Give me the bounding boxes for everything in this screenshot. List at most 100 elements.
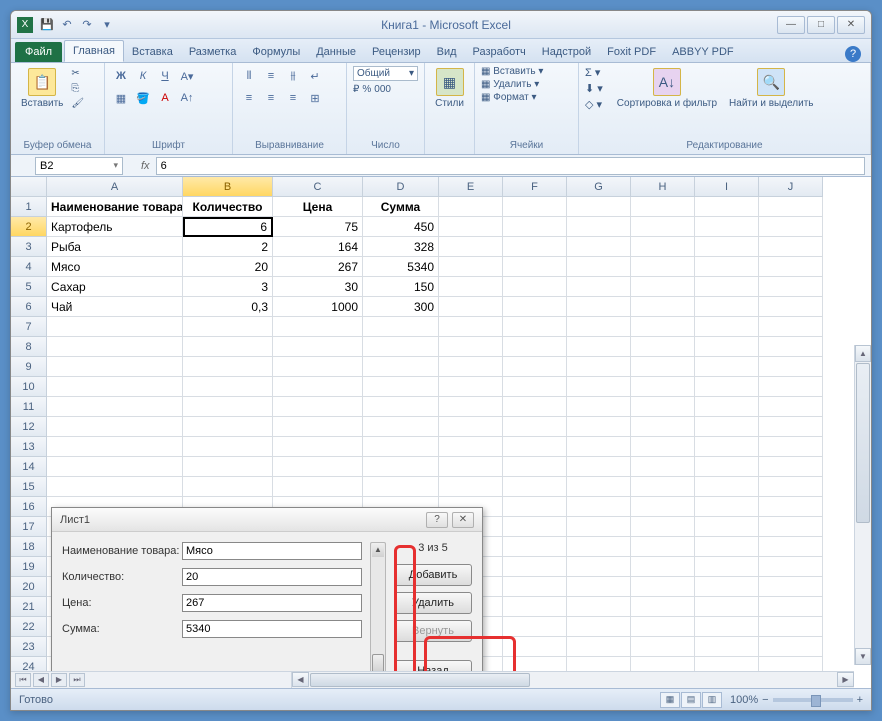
cell-G18[interactable] (567, 537, 631, 557)
cell-H18[interactable] (631, 537, 695, 557)
cell-B10[interactable] (183, 377, 273, 397)
cell-E11[interactable] (439, 397, 503, 417)
cell-I3[interactable] (695, 237, 759, 257)
cell-B9[interactable] (183, 357, 273, 377)
tab-addins[interactable]: Надстрой (534, 42, 599, 62)
help-icon[interactable]: ? (845, 46, 861, 62)
cell-A3[interactable]: Рыба (47, 237, 183, 257)
cell-E13[interactable] (439, 437, 503, 457)
cell-G3[interactable] (567, 237, 631, 257)
align-right-icon[interactable]: ≡ (283, 88, 303, 108)
cell-I2[interactable] (695, 217, 759, 237)
tab-formulas[interactable]: Формулы (244, 42, 308, 62)
cell-F1[interactable] (503, 197, 567, 217)
currency-icon[interactable]: ₽ (353, 84, 359, 95)
cell-B14[interactable] (183, 457, 273, 477)
cell-J21[interactable] (759, 597, 823, 617)
scroll-up-icon[interactable]: ▲ (372, 543, 384, 557)
cell-H19[interactable] (631, 557, 695, 577)
cell-E15[interactable] (439, 477, 503, 497)
cell-G7[interactable] (567, 317, 631, 337)
align-top-icon[interactable]: ⫴ (239, 66, 259, 86)
styles-button[interactable]: ▦ Стили (431, 66, 468, 111)
row-header-23[interactable]: 23 (11, 637, 47, 657)
cell-G5[interactable] (567, 277, 631, 297)
cell-D9[interactable] (363, 357, 439, 377)
cell-C8[interactable] (273, 337, 363, 357)
cell-G16[interactable] (567, 497, 631, 517)
cell-J5[interactable] (759, 277, 823, 297)
cell-J10[interactable] (759, 377, 823, 397)
tab-prev-icon[interactable]: ◀ (33, 673, 49, 687)
cell-C2[interactable]: 75 (273, 217, 363, 237)
clear-icon[interactable]: ◇ ▾ (585, 98, 603, 111)
cell-F23[interactable] (503, 637, 567, 657)
add-button[interactable]: Добавить (394, 564, 472, 586)
cell-F13[interactable] (503, 437, 567, 457)
cell-F2[interactable] (503, 217, 567, 237)
cell-F18[interactable] (503, 537, 567, 557)
row-header-18[interactable]: 18 (11, 537, 47, 557)
field-name-input[interactable] (182, 542, 362, 560)
cell-I21[interactable] (695, 597, 759, 617)
cell-G2[interactable] (567, 217, 631, 237)
cell-J18[interactable] (759, 537, 823, 557)
cell-I9[interactable] (695, 357, 759, 377)
cell-H1[interactable] (631, 197, 695, 217)
cell-C3[interactable]: 164 (273, 237, 363, 257)
dialog-close-button[interactable]: ✕ (452, 512, 474, 528)
cell-D12[interactable] (363, 417, 439, 437)
cell-E8[interactable] (439, 337, 503, 357)
cell-A7[interactable] (47, 317, 183, 337)
cell-C11[interactable] (273, 397, 363, 417)
format-painter-icon[interactable]: 🖌 (71, 98, 84, 109)
cell-J11[interactable] (759, 397, 823, 417)
cell-F10[interactable] (503, 377, 567, 397)
row-header-8[interactable]: 8 (11, 337, 47, 357)
dialog-help-button[interactable]: ? (426, 512, 448, 528)
col-header-G[interactable]: G (567, 177, 631, 197)
cell-C10[interactable] (273, 377, 363, 397)
cell-H8[interactable] (631, 337, 695, 357)
cell-J13[interactable] (759, 437, 823, 457)
zoom-slider[interactable] (773, 698, 853, 702)
cell-J19[interactable] (759, 557, 823, 577)
cell-F8[interactable] (503, 337, 567, 357)
cell-A14[interactable] (47, 457, 183, 477)
cell-I12[interactable] (695, 417, 759, 437)
align-left-icon[interactable]: ≡ (239, 88, 259, 108)
cell-H15[interactable] (631, 477, 695, 497)
cell-B7[interactable] (183, 317, 273, 337)
cell-I19[interactable] (695, 557, 759, 577)
cell-H21[interactable] (631, 597, 695, 617)
cell-A8[interactable] (47, 337, 183, 357)
cell-A10[interactable] (47, 377, 183, 397)
underline-icon[interactable]: Ч (155, 66, 175, 86)
tab-insert[interactable]: Вставка (124, 42, 181, 62)
font-color-icon[interactable]: A (155, 88, 175, 108)
col-header-D[interactable]: D (363, 177, 439, 197)
cell-B8[interactable] (183, 337, 273, 357)
cell-I17[interactable] (695, 517, 759, 537)
cell-G6[interactable] (567, 297, 631, 317)
cell-A4[interactable]: Мясо (47, 257, 183, 277)
tab-layout[interactable]: Разметка (181, 42, 245, 62)
cell-C4[interactable]: 267 (273, 257, 363, 277)
minimize-button[interactable]: — (777, 16, 805, 34)
cell-G9[interactable] (567, 357, 631, 377)
cell-G8[interactable] (567, 337, 631, 357)
cell-J14[interactable] (759, 457, 823, 477)
page-break-view-icon[interactable]: ▥ (702, 692, 722, 708)
cell-J12[interactable] (759, 417, 823, 437)
cell-I23[interactable] (695, 637, 759, 657)
cell-D1[interactable]: Сумма (363, 197, 439, 217)
cell-H17[interactable] (631, 517, 695, 537)
cell-B15[interactable] (183, 477, 273, 497)
cell-C9[interactable] (273, 357, 363, 377)
cell-D14[interactable] (363, 457, 439, 477)
cell-D13[interactable] (363, 437, 439, 457)
copy-icon[interactable]: ⎘ (71, 83, 84, 94)
cell-C6[interactable]: 1000 (273, 297, 363, 317)
cell-A11[interactable] (47, 397, 183, 417)
cell-G19[interactable] (567, 557, 631, 577)
